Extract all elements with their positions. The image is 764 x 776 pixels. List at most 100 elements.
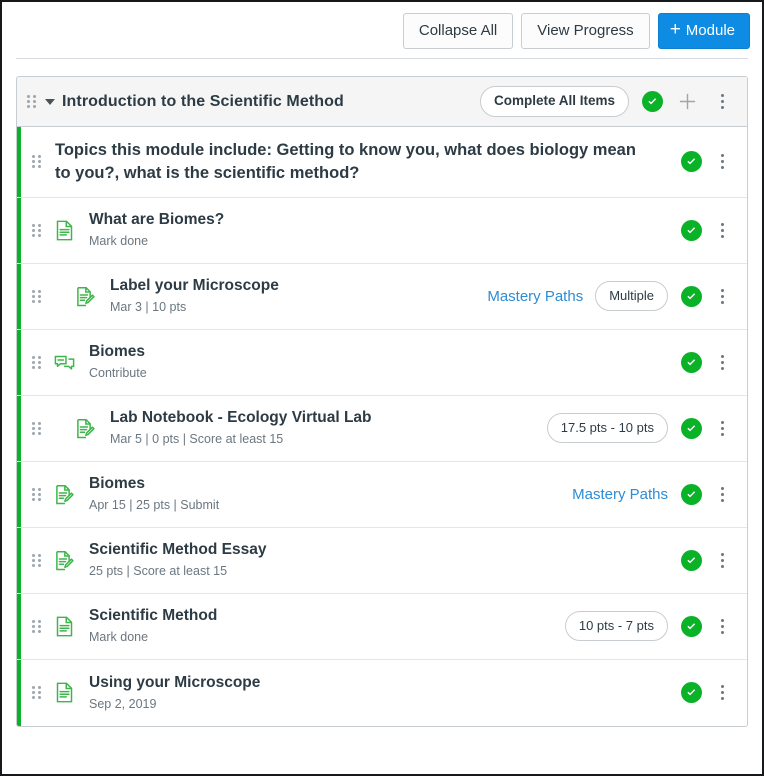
toolbar-divider xyxy=(16,58,748,59)
item-complete-check-icon[interactable] xyxy=(681,615,702,637)
module-item-options-kebab-icon[interactable] xyxy=(709,149,735,175)
drag-handle-icon[interactable] xyxy=(31,420,41,436)
module-item[interactable]: Scientific Method Essay 25 pts | Score at… xyxy=(17,527,747,594)
view-progress-button[interactable]: View Progress xyxy=(521,12,650,49)
app-window: Collapse All View Progress + Module Intr… xyxy=(0,0,764,776)
item-complete-check-icon[interactable] xyxy=(681,285,702,307)
module-item-body: Scientific Method Mark done xyxy=(75,594,565,658)
module-item-body: Biomes Apr 15 | 25 pts | Submit xyxy=(75,462,572,526)
module-item-title[interactable]: Scientific Method Essay xyxy=(89,540,658,560)
module-item-actions xyxy=(668,680,735,706)
modules-list: Introduction to the Scientific Method Co… xyxy=(2,59,762,727)
module-header[interactable]: Introduction to the Scientific Method Co… xyxy=(17,77,747,127)
document-icon xyxy=(53,615,75,637)
document-icon xyxy=(53,682,75,704)
assignment-icon xyxy=(53,549,75,571)
module-item-subtitle: Apr 15 | 25 pts | Submit xyxy=(89,498,220,513)
module-item[interactable]: Lab Notebook - Ecology Virtual Lab Mar 5 … xyxy=(17,395,747,462)
module-item-subtitle: Contribute xyxy=(89,366,147,381)
assignment-icon xyxy=(53,483,75,505)
module-item[interactable]: Biomes Contribute xyxy=(17,329,747,396)
module-item-points-badge: 10 pts - 7 pts xyxy=(564,611,668,642)
drag-handle-icon[interactable] xyxy=(31,618,41,634)
module-item-subtitle: Mark done xyxy=(89,630,149,645)
module-item-options-kebab-icon[interactable] xyxy=(709,283,735,309)
module-item[interactable]: Label your Microscope Mar 3 | 10 pts Maste… xyxy=(17,263,747,330)
module-card: Introduction to the Scientific Method Co… xyxy=(16,76,748,727)
drag-handle-icon[interactable] xyxy=(31,154,41,170)
item-complete-check-icon[interactable] xyxy=(681,417,702,439)
module-item-title[interactable]: Label your Microscope xyxy=(110,276,477,296)
module-item[interactable]: Topics this module include: Getting to k… xyxy=(17,127,747,198)
module-item-actions xyxy=(668,547,735,573)
module-options-kebab-icon[interactable] xyxy=(709,89,735,115)
module-item-options-kebab-icon[interactable] xyxy=(709,349,735,375)
module-item[interactable]: Using your Microscope Sep 2, 2019 xyxy=(17,659,747,726)
drag-handle-icon[interactable] xyxy=(31,552,41,568)
module-item-body: Using your Microscope Sep 2, 2019 xyxy=(75,661,668,725)
assignment-icon xyxy=(74,285,96,307)
module-complete-check-icon[interactable] xyxy=(642,91,663,112)
module-item-body: What are Biomes? Mark done xyxy=(75,198,668,262)
item-complete-check-icon[interactable] xyxy=(681,151,702,173)
module-item-options-kebab-icon[interactable] xyxy=(709,217,735,243)
modules-toolbar: Collapse All View Progress + Module xyxy=(2,2,762,59)
item-complete-check-icon[interactable] xyxy=(681,549,702,571)
module-item-points-badge: 17.5 pts - 10 pts xyxy=(546,413,668,444)
module-item-title[interactable]: Lab Notebook - Ecology Virtual Lab xyxy=(110,408,537,428)
module-item-actions xyxy=(668,349,735,375)
drag-handle-icon[interactable] xyxy=(31,354,41,370)
drag-handle-icon[interactable] xyxy=(26,94,36,110)
module-item[interactable]: Biomes Apr 15 | 25 pts | Submit Mastery Pa… xyxy=(17,461,747,528)
module-item-actions: Mastery Paths Multiple xyxy=(487,281,735,312)
module-item-options-kebab-icon[interactable] xyxy=(709,481,735,507)
module-item-body: Biomes Contribute xyxy=(75,330,668,394)
chevron-down-icon[interactable] xyxy=(45,98,55,105)
document-icon xyxy=(53,219,75,241)
plus-icon: + xyxy=(669,19,681,40)
module-item[interactable]: What are Biomes? Mark done xyxy=(17,197,747,264)
module-item-options-kebab-icon[interactable] xyxy=(709,547,735,573)
item-complete-check-icon[interactable] xyxy=(681,483,702,505)
module-item-actions xyxy=(668,217,735,243)
module-item-title[interactable]: Using your Microscope xyxy=(89,673,658,693)
drag-handle-icon[interactable] xyxy=(31,222,41,238)
module-item-subtitle: Mark done xyxy=(89,234,149,249)
module-item-title: Topics this module include: Getting to k… xyxy=(55,141,636,182)
module-item[interactable]: Scientific Method Mark done 10 pts - 7 pts xyxy=(17,593,747,660)
module-item-subtitle: Mar 3 | 10 pts xyxy=(110,300,187,315)
discussion-icon xyxy=(53,351,75,373)
item-complete-check-icon[interactable] xyxy=(681,351,702,373)
add-module-button[interactable]: + Module xyxy=(657,12,750,49)
mastery-paths-link[interactable]: Mastery Paths xyxy=(572,486,668,503)
assignment-icon xyxy=(74,417,96,439)
module-item-options-kebab-icon[interactable] xyxy=(709,613,735,639)
item-complete-check-icon[interactable] xyxy=(681,219,702,241)
module-title: Introduction to the Scientific Method xyxy=(62,92,344,110)
module-item-subtitle: Mar 5 | 0 pts | Score at least 15 xyxy=(110,432,284,447)
module-item-title[interactable]: Biomes xyxy=(89,342,658,362)
drag-handle-icon[interactable] xyxy=(31,288,41,304)
drag-handle-icon[interactable] xyxy=(31,685,41,701)
module-items-list: Topics this module include: Getting to k… xyxy=(17,127,747,726)
drag-handle-icon[interactable] xyxy=(31,486,41,502)
module-item-title[interactable]: What are Biomes? xyxy=(89,210,658,230)
module-item-actions: 17.5 pts - 10 pts xyxy=(546,413,735,444)
collapse-all-button[interactable]: Collapse All xyxy=(402,12,514,49)
module-item-options-kebab-icon[interactable] xyxy=(709,680,735,706)
module-item-subtitle: 25 pts | Score at least 15 xyxy=(89,564,228,579)
view-progress-label: View Progress xyxy=(537,22,634,39)
module-header-actions: Complete All Items xyxy=(479,86,735,117)
module-item-body: Scientific Method Essay 25 pts | Score at… xyxy=(75,528,668,592)
mastery-paths-link[interactable]: Mastery Paths xyxy=(487,288,583,305)
item-complete-check-icon[interactable] xyxy=(681,682,702,704)
module-item-actions: 10 pts - 7 pts xyxy=(564,611,735,642)
module-item-body: Lab Notebook - Ecology Virtual Lab Mar 5 … xyxy=(96,396,547,460)
module-item-body: Topics this module include: Getting to k… xyxy=(41,127,668,197)
add-item-plus-icon[interactable] xyxy=(672,87,702,117)
module-item-title[interactable]: Biomes xyxy=(89,474,562,494)
module-item-actions xyxy=(668,149,735,175)
module-item-body: Label your Microscope Mar 3 | 10 pts xyxy=(96,264,487,328)
module-item-title[interactable]: Scientific Method xyxy=(89,606,555,626)
module-item-options-kebab-icon[interactable] xyxy=(709,415,735,441)
